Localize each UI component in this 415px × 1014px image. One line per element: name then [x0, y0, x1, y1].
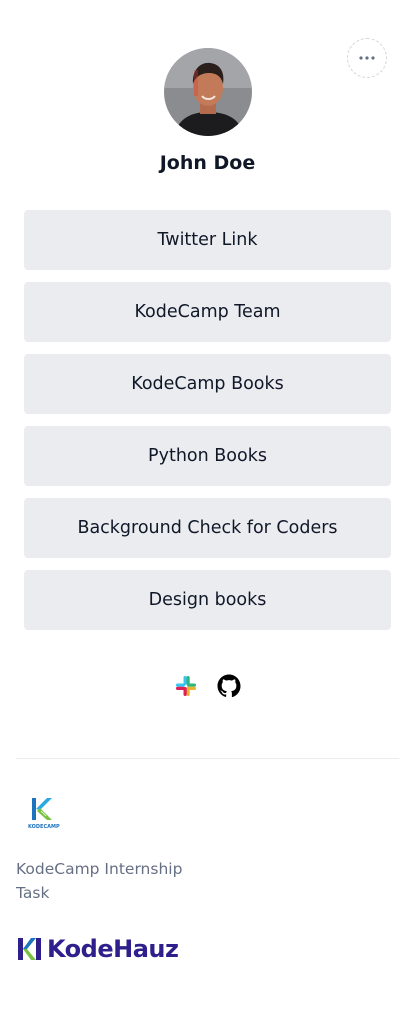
avatar	[164, 48, 252, 136]
profile-name: John Doe	[159, 152, 256, 174]
kodecamp-logo: KODECAMP	[27, 795, 63, 831]
slack-icon[interactable]	[174, 674, 198, 698]
link-list: Twitter Link KodeCamp Team KodeCamp Book…	[24, 210, 391, 642]
footer-divider	[16, 758, 399, 759]
social-links	[174, 674, 241, 698]
background-check-link-button[interactable]: Background Check for Coders	[24, 498, 391, 558]
kodehauz-logo: KodeHauz	[17, 934, 179, 964]
kodecamp-team-link-button[interactable]: KodeCamp Team	[24, 282, 391, 342]
svg-text:KODECAMP: KODECAMP	[28, 824, 60, 830]
twitter-link-button[interactable]: Twitter Link	[24, 210, 391, 270]
more-horizontal-icon	[359, 56, 375, 60]
python-books-link-button[interactable]: Python Books	[24, 426, 391, 486]
kodehauz-brand-text: KodeHauz	[47, 935, 179, 963]
design-books-link-button[interactable]: Design books	[24, 570, 391, 630]
kodecamp-books-link-button[interactable]: KodeCamp Books	[24, 354, 391, 414]
footer-text: KodeCamp Internship Task	[16, 860, 183, 902]
more-options-button[interactable]	[347, 38, 387, 78]
kodehauz-mark-icon	[18, 938, 41, 960]
github-icon[interactable]	[217, 674, 241, 698]
